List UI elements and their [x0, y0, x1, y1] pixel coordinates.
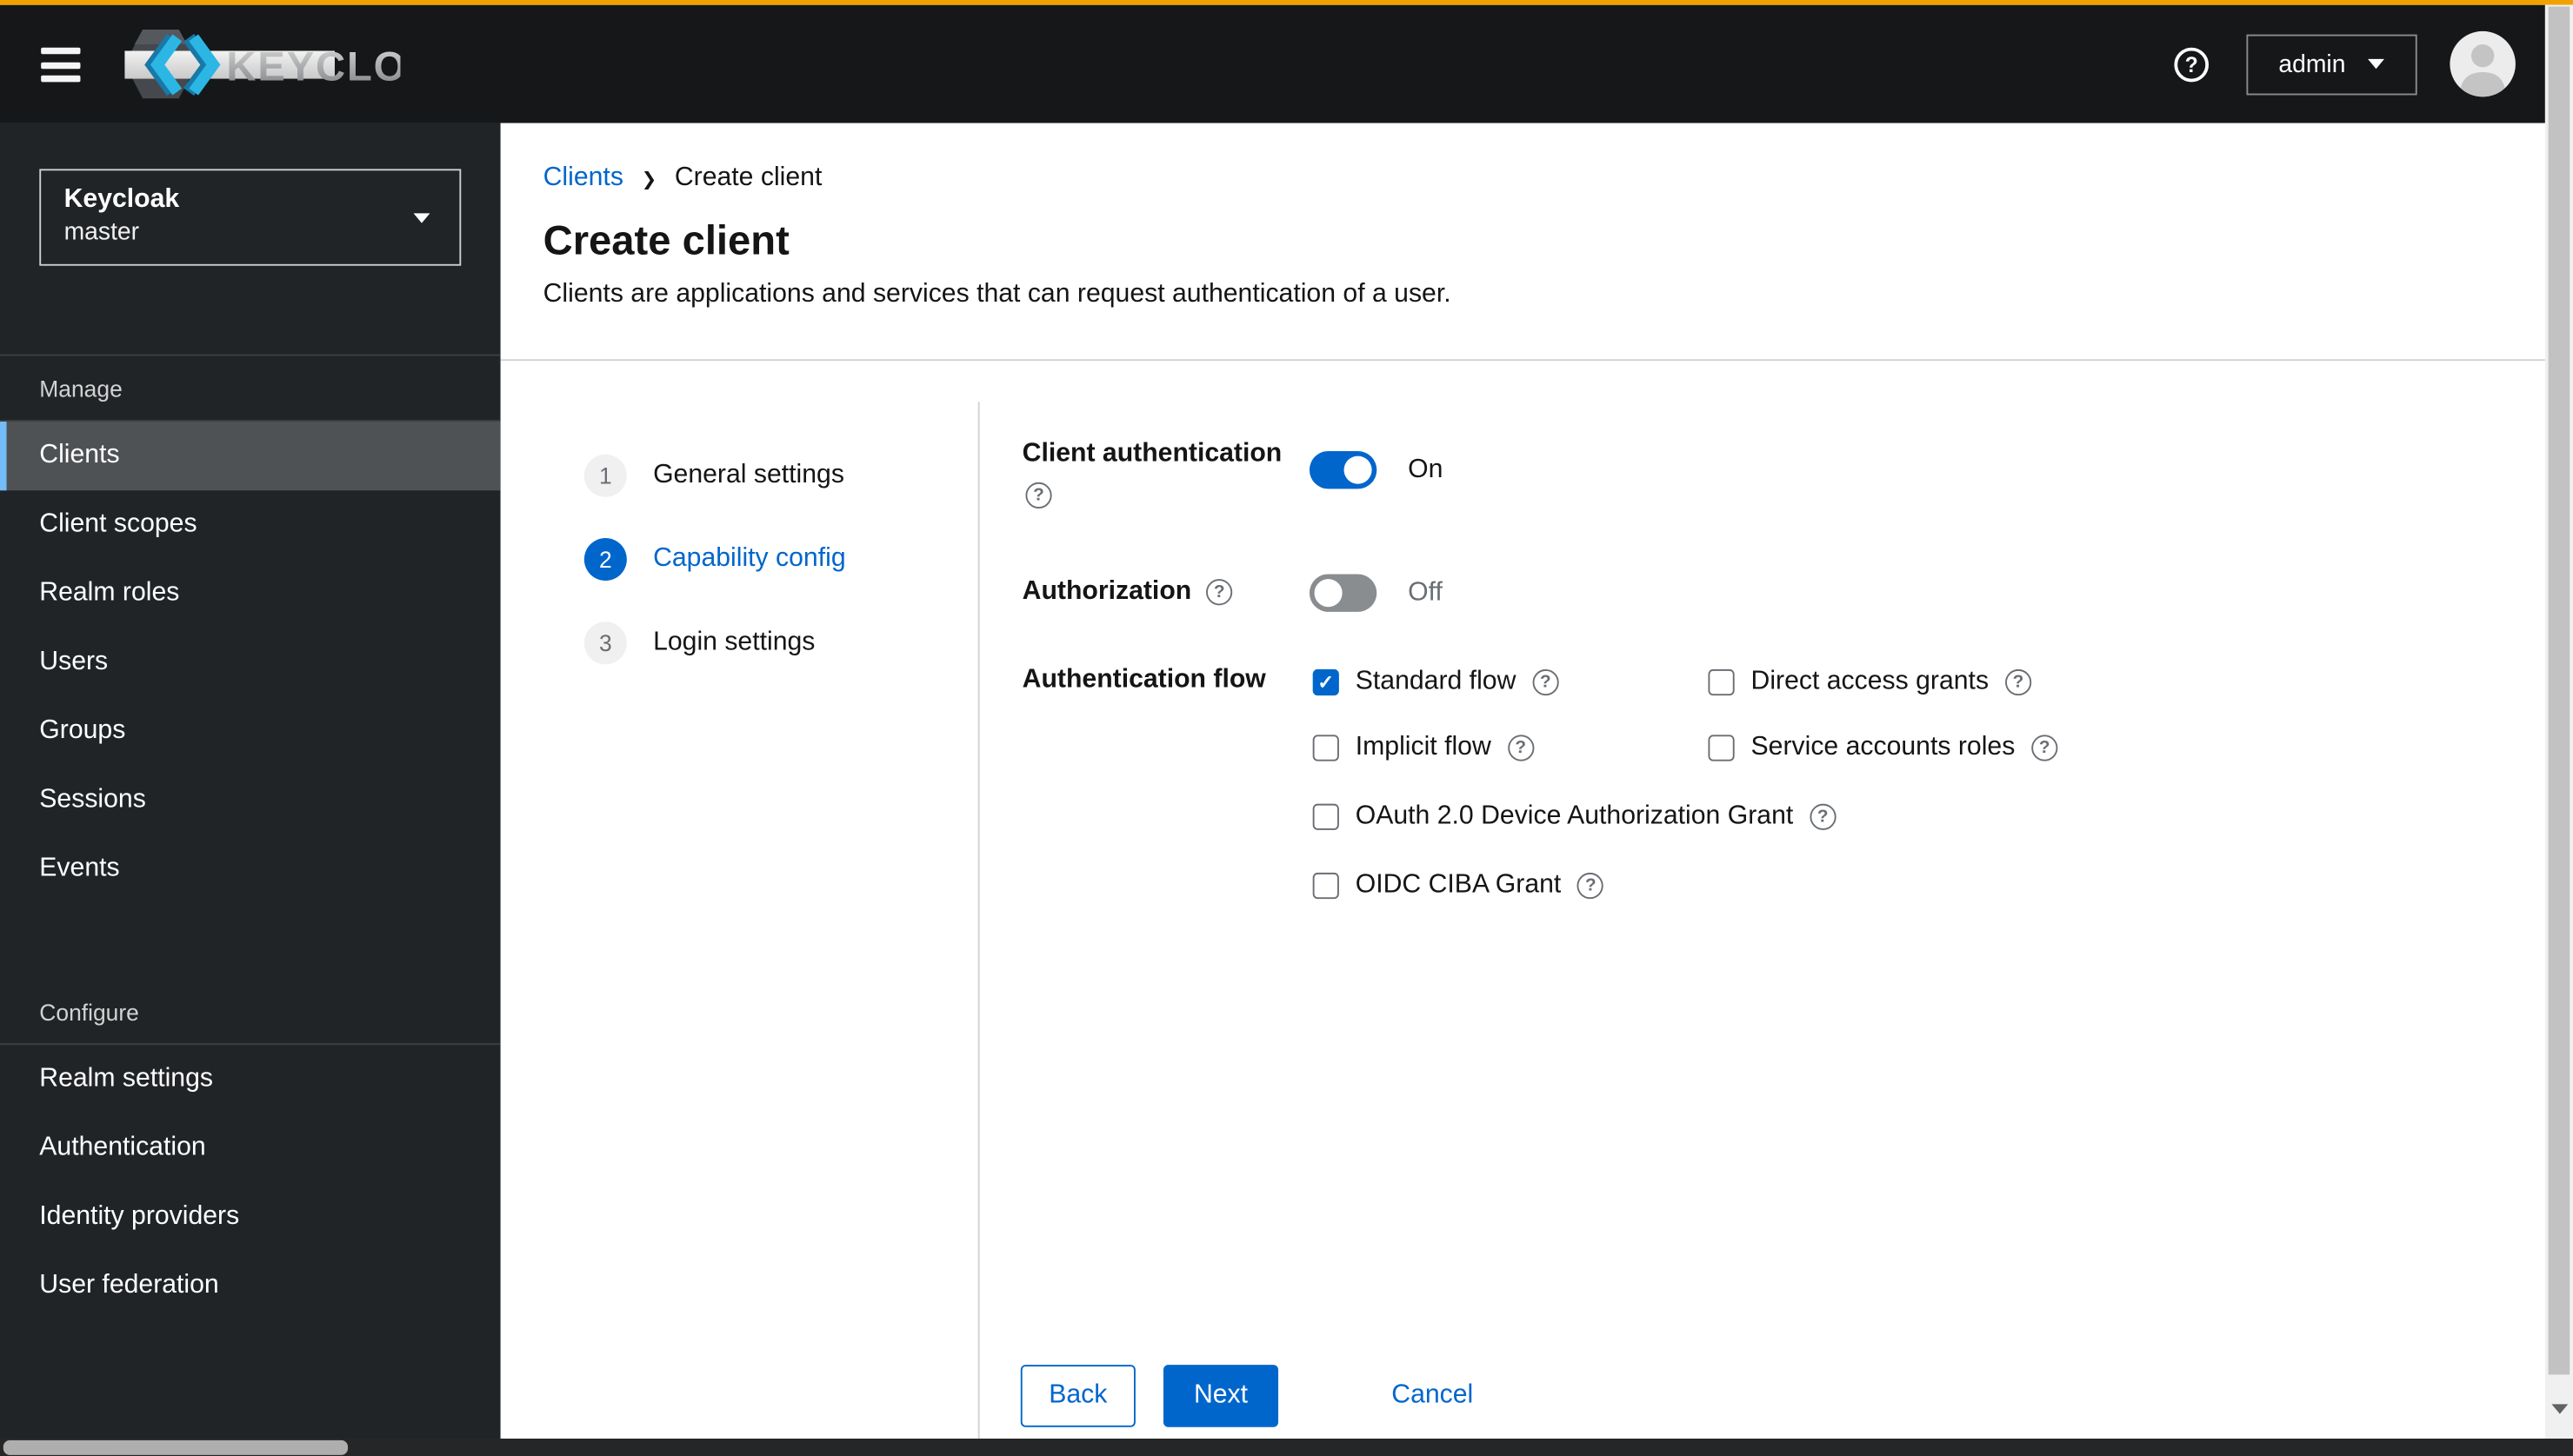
horizontal-scrollbar: [0, 1438, 2573, 1456]
sidebar: Keycloak master Manage Clients Client scop…: [0, 123, 501, 1439]
client-authentication-label: Client authentication: [1022, 439, 1283, 468]
sidebar-item-users[interactable]: Users: [0, 628, 501, 697]
breadcrumb: Clients ❯ Create client: [543, 164, 823, 194]
realm-caret-down-icon: [413, 213, 430, 223]
wizard-step-login-settings[interactable]: 3 Login settings: [583, 622, 846, 665]
authorization-state: Off: [1408, 579, 1443, 608]
sidebar-item-sessions[interactable]: Sessions: [0, 766, 501, 834]
wizard-step-capability-config[interactable]: 2 Capability config: [583, 537, 846, 582]
vertical-scrollbar: [2544, 4, 2573, 1439]
authorization-help-icon[interactable]: ?: [1206, 579, 1233, 606]
wizard-vertical-divider: [977, 402, 980, 1439]
flow-option-label[interactable]: OIDC CIBA Grant: [1356, 871, 1562, 901]
keycloak-logo: KEYCLOAK: [122, 26, 468, 110]
user-avatar-icon[interactable]: [2450, 30, 2516, 97]
wizard-step-general-settings[interactable]: 1 General settings: [583, 454, 846, 497]
breadcrumb-item-clients[interactable]: Clients: [543, 164, 623, 194]
nav-section-manage: Manage Clients Client scopes Realm roles Use…: [0, 354, 501, 904]
caret-down-icon: [2368, 58, 2385, 70]
help-icon[interactable]: ?: [2174, 46, 2210, 82]
breadcrumb-chevron-icon: ❯: [641, 170, 657, 189]
authorization-toggle[interactable]: [1309, 574, 1377, 612]
sidebar-item-realm-roles[interactable]: Realm roles: [0, 560, 501, 628]
brand-text: KEYCLOAK: [226, 43, 400, 89]
wizard-step-label: Capability config: [653, 544, 846, 573]
masthead: KEYCLOAK ? admin: [0, 4, 2545, 123]
flow-option-label[interactable]: OAuth 2.0 Device Authorization Grant: [1356, 802, 1794, 832]
oauth-2-0-device-authorization-grant-help-icon[interactable]: ?: [1810, 803, 1836, 830]
flow-option-oauth-2-0-device-authorization-grant: OAuth 2.0 Device Authorization Grant?: [1312, 802, 1836, 832]
flow-option-label[interactable]: Direct access grants: [1751, 668, 1990, 697]
flow-option-label[interactable]: Implicit flow: [1356, 734, 1491, 763]
implicit-flow-help-icon[interactable]: ?: [1507, 735, 1534, 761]
oidc-ciba-grant-help-icon[interactable]: ?: [1577, 872, 1604, 900]
cancel-link[interactable]: Cancel: [1391, 1381, 1473, 1411]
authentication-flow-label: Authentication flow: [1022, 666, 1266, 695]
checkbox-unchecked-icon[interactable]: [1312, 803, 1339, 830]
breadcrumb-item-create-client: Create client: [674, 163, 823, 192]
browser-accent-strip: [0, 0, 2573, 5]
sidebar-item-clients[interactable]: Clients: [0, 421, 501, 491]
back-button[interactable]: Back: [1020, 1365, 1136, 1427]
realm-selector[interactable]: Keycloak master: [39, 169, 462, 266]
flow-option-label[interactable]: Standard flow: [1356, 668, 1516, 697]
wizard-steps-nav: 1 General settings 2 Capability config 3 Logi…: [583, 454, 846, 706]
sidebar-nav: Manage Clients Client scopes Realm roles Use…: [0, 354, 501, 1321]
flow-option-standard-flow: Standard flow?: [1312, 668, 1559, 697]
standard-flow-help-icon[interactable]: ?: [1532, 668, 1559, 696]
scrollbar-down-arrow-icon[interactable]: [2551, 1404, 2569, 1414]
sidebar-item-identity-providers[interactable]: Identity providers: [0, 1183, 501, 1252]
page-title: Create client: [543, 217, 790, 264]
sidebar-item-realm-settings[interactable]: Realm settings: [0, 1045, 501, 1114]
main-content: Clients ❯ Create client Create client Clie…: [500, 123, 2545, 1439]
authorization-label-row: Authorization ?: [1023, 577, 1233, 607]
nav-section-title-configure: Configure: [0, 980, 501, 1046]
checkbox-unchecked-icon[interactable]: [1708, 668, 1735, 696]
checkbox-checked-icon[interactable]: [1312, 668, 1339, 696]
sidebar-item-authentication[interactable]: Authentication: [0, 1114, 501, 1182]
service-accounts-roles-help-icon[interactable]: ?: [2031, 735, 2058, 761]
user-menu-label: admin: [2278, 50, 2346, 78]
page-description: Clients are applications and services th…: [543, 280, 1451, 309]
keycloak-admin-console: KEYCLOAK ? admin Keycloak master ManageC…: [0, 0, 2573, 1456]
next-button[interactable]: Next: [1163, 1365, 1279, 1427]
flow-option-implicit-flow: Implicit flow?: [1312, 734, 1534, 763]
wizard-step-label: General settings: [653, 461, 844, 489]
authorization-label: Authorization: [1022, 577, 1192, 606]
flow-option-direct-access-grants: Direct access grants?: [1708, 668, 2032, 697]
client-authentication-help-icon[interactable]: ?: [1025, 482, 1052, 509]
horizontal-scrollbar-thumb[interactable]: [3, 1439, 349, 1455]
realm-selector-current-realm: master: [63, 217, 140, 247]
checkbox-unchecked-icon[interactable]: [1312, 735, 1339, 761]
wizard-step-number: 1: [583, 454, 627, 497]
wizard-step-number: 3: [583, 622, 627, 665]
nav-section-title-manage: Manage: [0, 356, 501, 422]
checkbox-unchecked-icon[interactable]: [1708, 735, 1735, 761]
checkbox-unchecked-icon[interactable]: [1312, 872, 1339, 900]
realm-selector-title: Keycloak: [63, 185, 180, 214]
flow-option-label[interactable]: Service accounts roles: [1751, 734, 2016, 763]
vertical-scrollbar-thumb[interactable]: [2548, 6, 2570, 1375]
wizard-step-label: Login settings: [653, 628, 816, 656]
user-menu-dropdown[interactable]: admin: [2246, 33, 2417, 95]
direct-access-grants-help-icon[interactable]: ?: [2004, 668, 2032, 696]
header-divider: [500, 359, 2545, 362]
sidebar-item-events[interactable]: Events: [0, 835, 501, 904]
nav-section-configure: Configure Realm settings Authentication Ide…: [0, 980, 501, 1321]
masthead-toolbar: ? admin: [2174, 5, 2417, 123]
sidebar-item-groups[interactable]: Groups: [0, 697, 501, 766]
wizard-step-number: 2: [583, 537, 627, 582]
flow-option-service-accounts-roles: Service accounts roles?: [1708, 734, 2058, 763]
sidebar-item-user-federation[interactable]: User federation: [0, 1252, 501, 1320]
flow-option-oidc-ciba-grant: OIDC CIBA Grant?: [1312, 871, 1604, 901]
client-authentication-toggle[interactable]: [1309, 450, 1377, 489]
hamburger-menu-icon[interactable]: [41, 47, 81, 83]
sidebar-item-client-scopes[interactable]: Client scopes: [0, 490, 501, 559]
client-authentication-state: On: [1408, 455, 1443, 484]
